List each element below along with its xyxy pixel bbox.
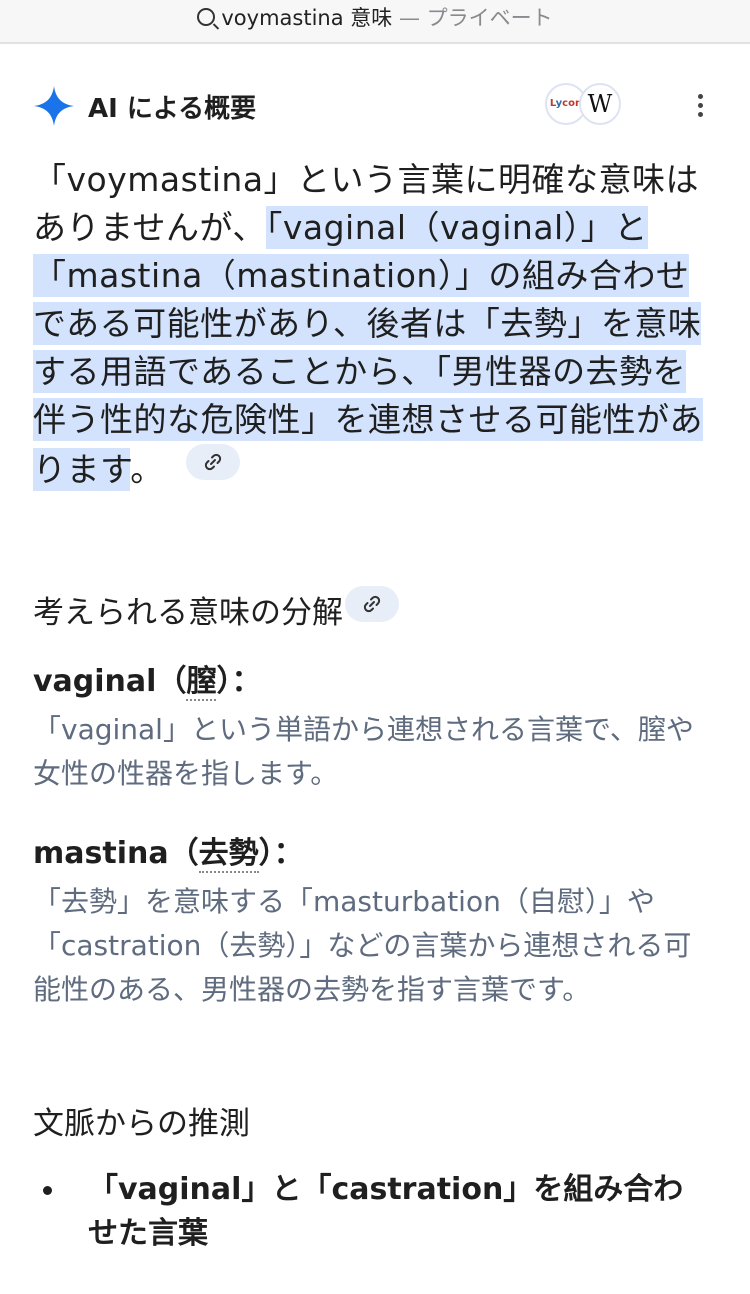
wikipedia-source-icon[interactable]: W [579,83,621,125]
source-icons[interactable]: Lycon W [545,83,621,127]
term-word: mastina [33,836,169,871]
summary-end: 。 [130,450,164,489]
context-heading: 文脈からの推測 [33,1106,250,1142]
link-button[interactable] [345,586,399,622]
breakdown-heading-text: 考えられる意味の分解 [33,595,343,631]
private-mode-label: — プライベート [398,6,553,30]
link-icon [204,453,221,471]
term-gloss[interactable]: 去勢 [198,836,259,873]
term-description: 「去勢」を意味する「masturbation（自慰）」や「castration（… [33,885,692,1006]
term-paren-close: ）： [216,664,262,699]
overview-summary: 「voymastina」という言葉に明確な意味はありませんが、「vaginal（… [33,156,713,494]
bullet-dot [43,1186,52,1195]
term-gloss[interactable]: 膣 [186,664,217,701]
ai-overview-header: AI による概要 Lycon W [0,82,750,132]
link-icon [363,595,381,613]
term-paren-close: ）： [258,836,304,871]
search-icon [197,8,216,26]
summary-highlight: 「vaginal（vaginal）」と「mastina（mastination）… [33,206,703,491]
address-query[interactable]: voymastina 意味 — プライベート [0,2,750,32]
breakdown-heading: 考えられる意味の分解 [33,586,399,632]
term-vaginal: vaginal（膣）： [33,656,262,701]
sparkle-icon [34,86,74,126]
link-button[interactable] [185,444,240,480]
term-paren-open: （ [156,664,187,699]
term-word: vaginal [33,664,157,699]
query-text: voymastina 意味 [221,6,393,30]
browser-address-bar[interactable]: voymastina 意味 — プライベート [0,0,750,44]
term-mastina: mastina（去勢）： [33,828,304,873]
more-vert-icon[interactable] [690,94,710,122]
ai-overview-title: AI による概要 [88,94,257,124]
list-item: 「vaginal」と「castration」を組み合わせた言葉 [88,1172,684,1251]
term-description: 「vaginal」という単語から連想される言葉で、膣や女性の性器を指します。 [33,713,694,790]
term-paren-open: （ [168,836,199,871]
